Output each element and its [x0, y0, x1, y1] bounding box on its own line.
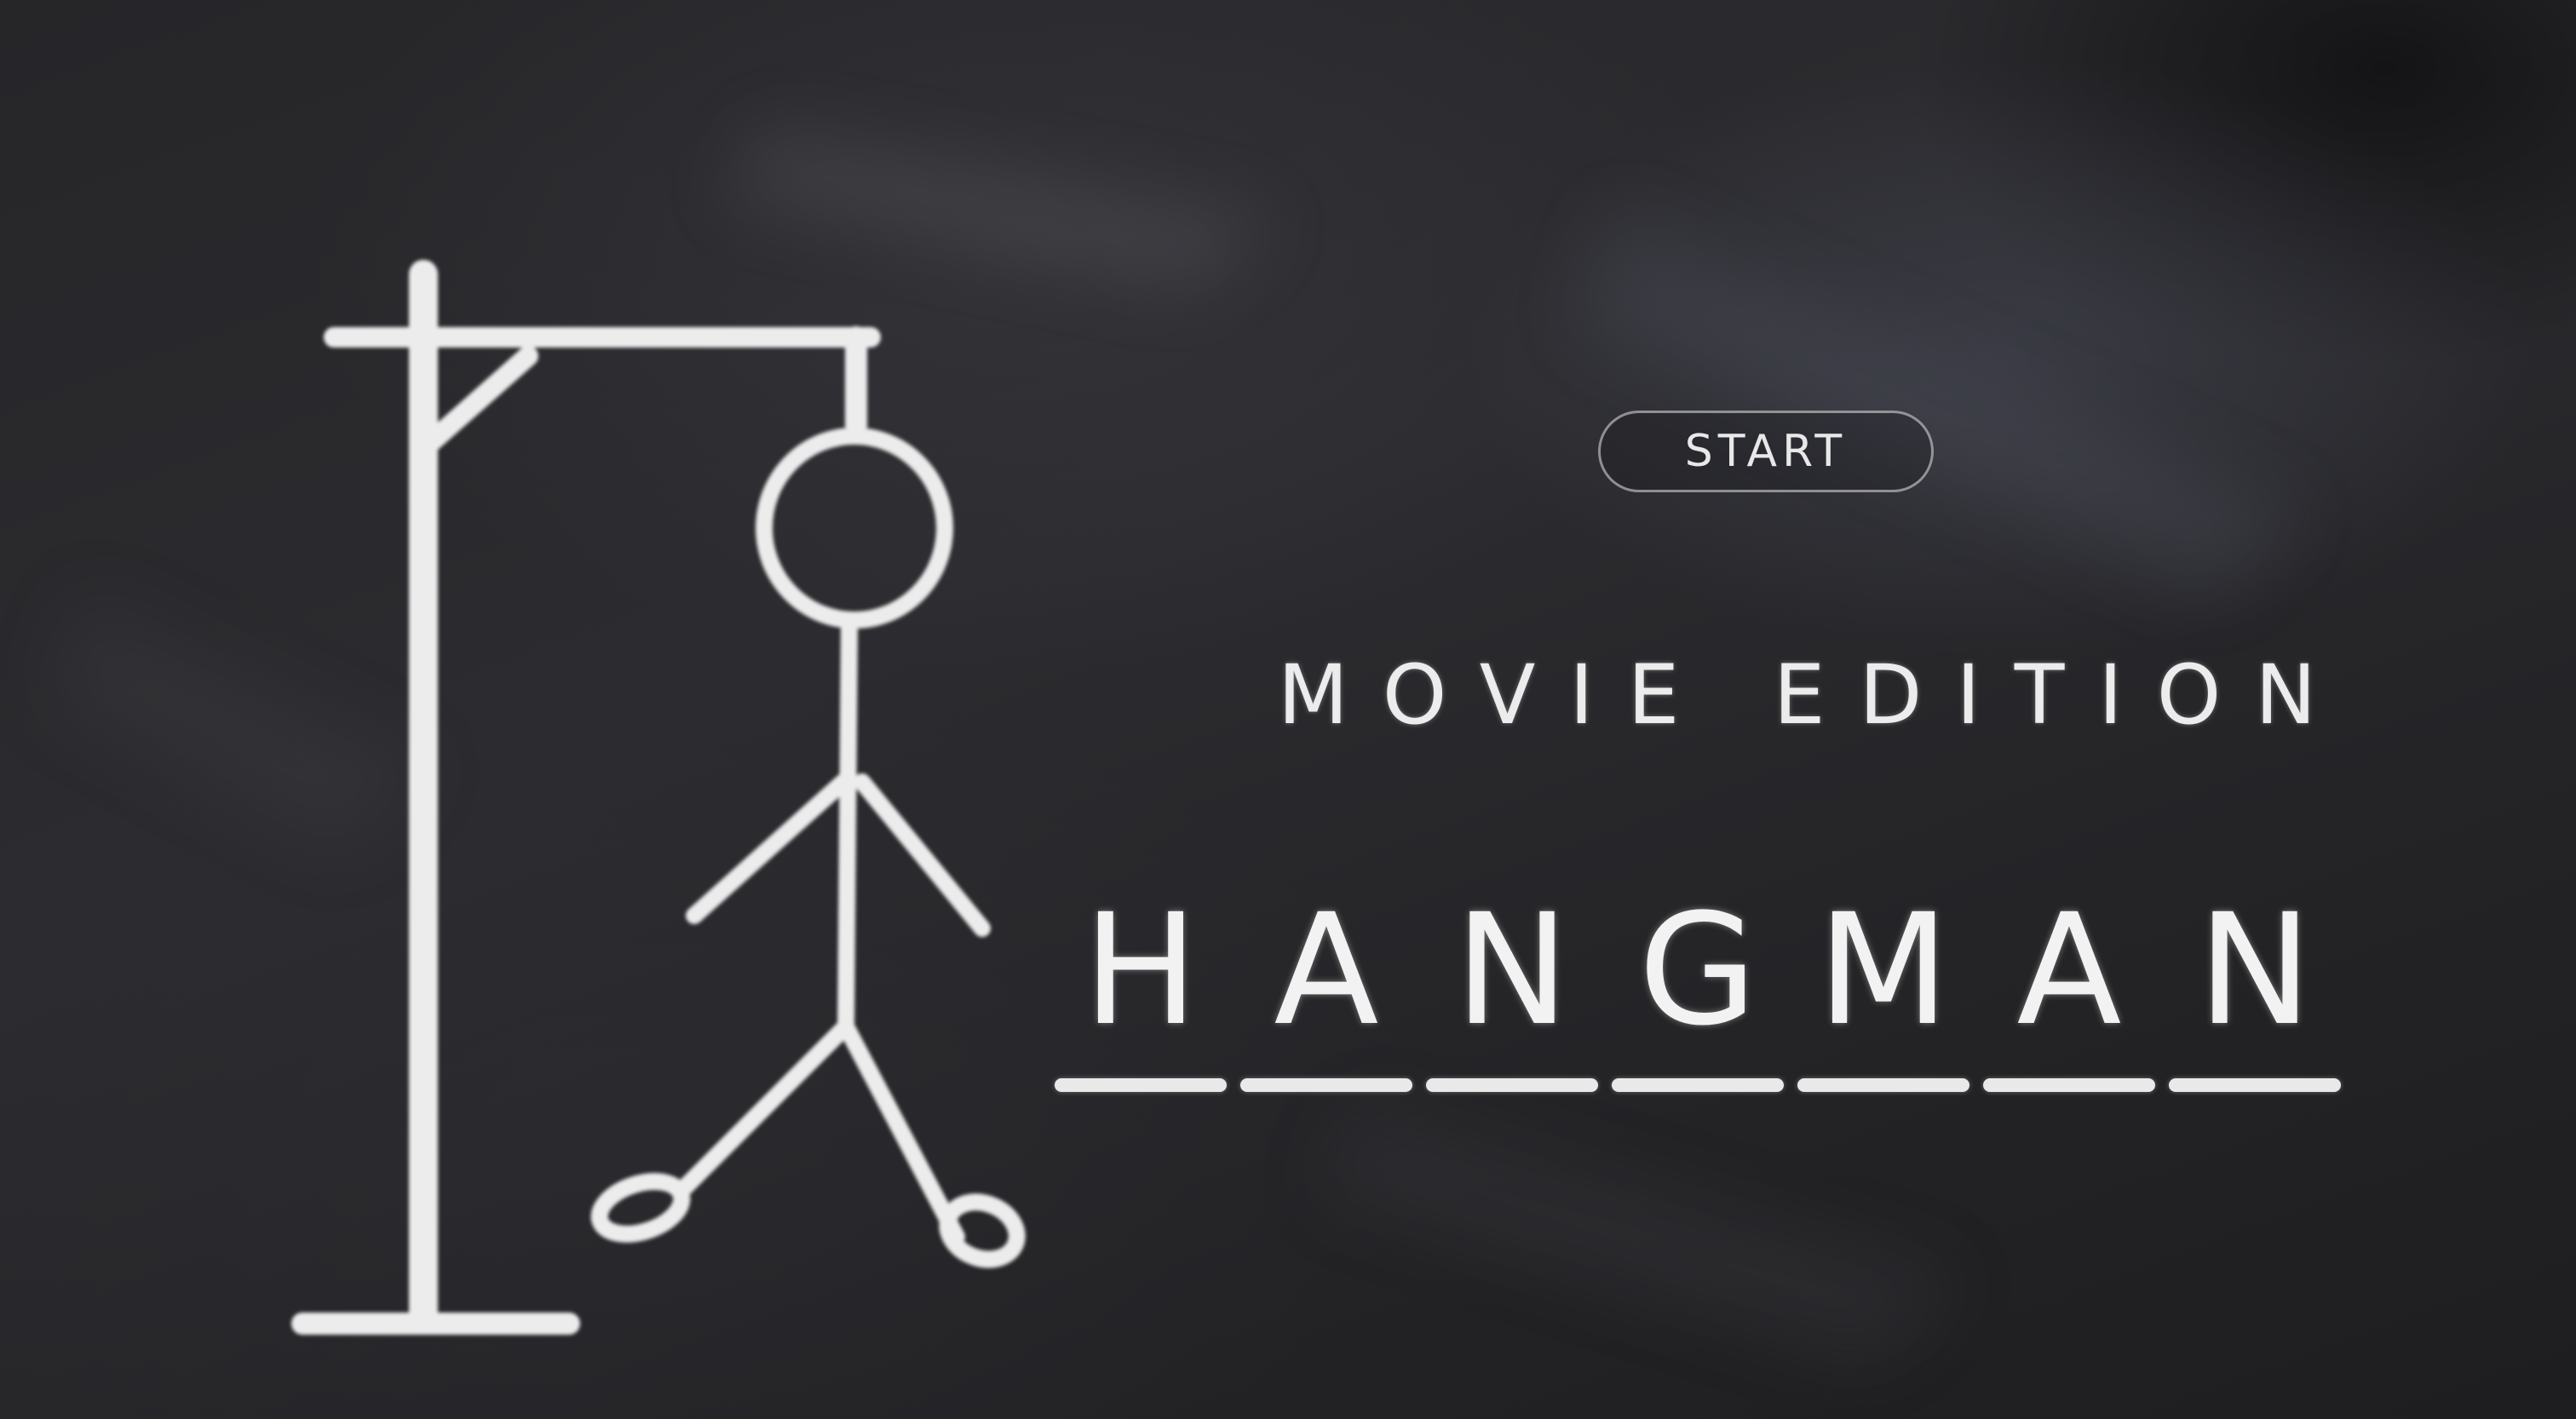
title-letter: M	[1817, 882, 1950, 1060]
letter-blank-dash	[1426, 1078, 1598, 1092]
letter-blank-dash	[1612, 1078, 1784, 1092]
letter-blank-dash	[1240, 1078, 1412, 1092]
title-letter-slot: A	[1233, 886, 1419, 1107]
title-letter-slot: N	[1419, 886, 1605, 1107]
subtitle-movie-edition: MOVIE EDITION	[1278, 647, 2351, 743]
stick-figure-icon	[590, 428, 1026, 1268]
chalkboard-background: START MOVIE EDITION H A N G M A N	[0, 0, 2576, 1419]
title-letter: H	[1083, 882, 1199, 1060]
title-letter: N	[2197, 882, 2313, 1060]
start-button[interactable]: START	[1598, 411, 1934, 492]
title-letter: A	[2016, 882, 2122, 1060]
title-letter-slot: G	[1605, 886, 1791, 1107]
letter-blank-dash	[1983, 1078, 2155, 1092]
gallows-icon	[291, 260, 881, 1335]
title-letter-slot: H	[1048, 886, 1233, 1107]
title-letter-slot: M	[1791, 886, 1976, 1107]
title-letter-slot: N	[2162, 886, 2348, 1107]
title-letter: A	[1274, 882, 1379, 1060]
hangman-title: H A N G M A N	[1048, 886, 2394, 1107]
letter-blank-dash	[2169, 1078, 2341, 1092]
title-letter: N	[1454, 882, 1570, 1060]
letter-blank-dash	[1797, 1078, 1969, 1092]
letter-blank-dash	[1055, 1078, 1227, 1092]
title-letter-slot: A	[1976, 886, 2162, 1107]
title-letter: G	[1638, 882, 1757, 1060]
